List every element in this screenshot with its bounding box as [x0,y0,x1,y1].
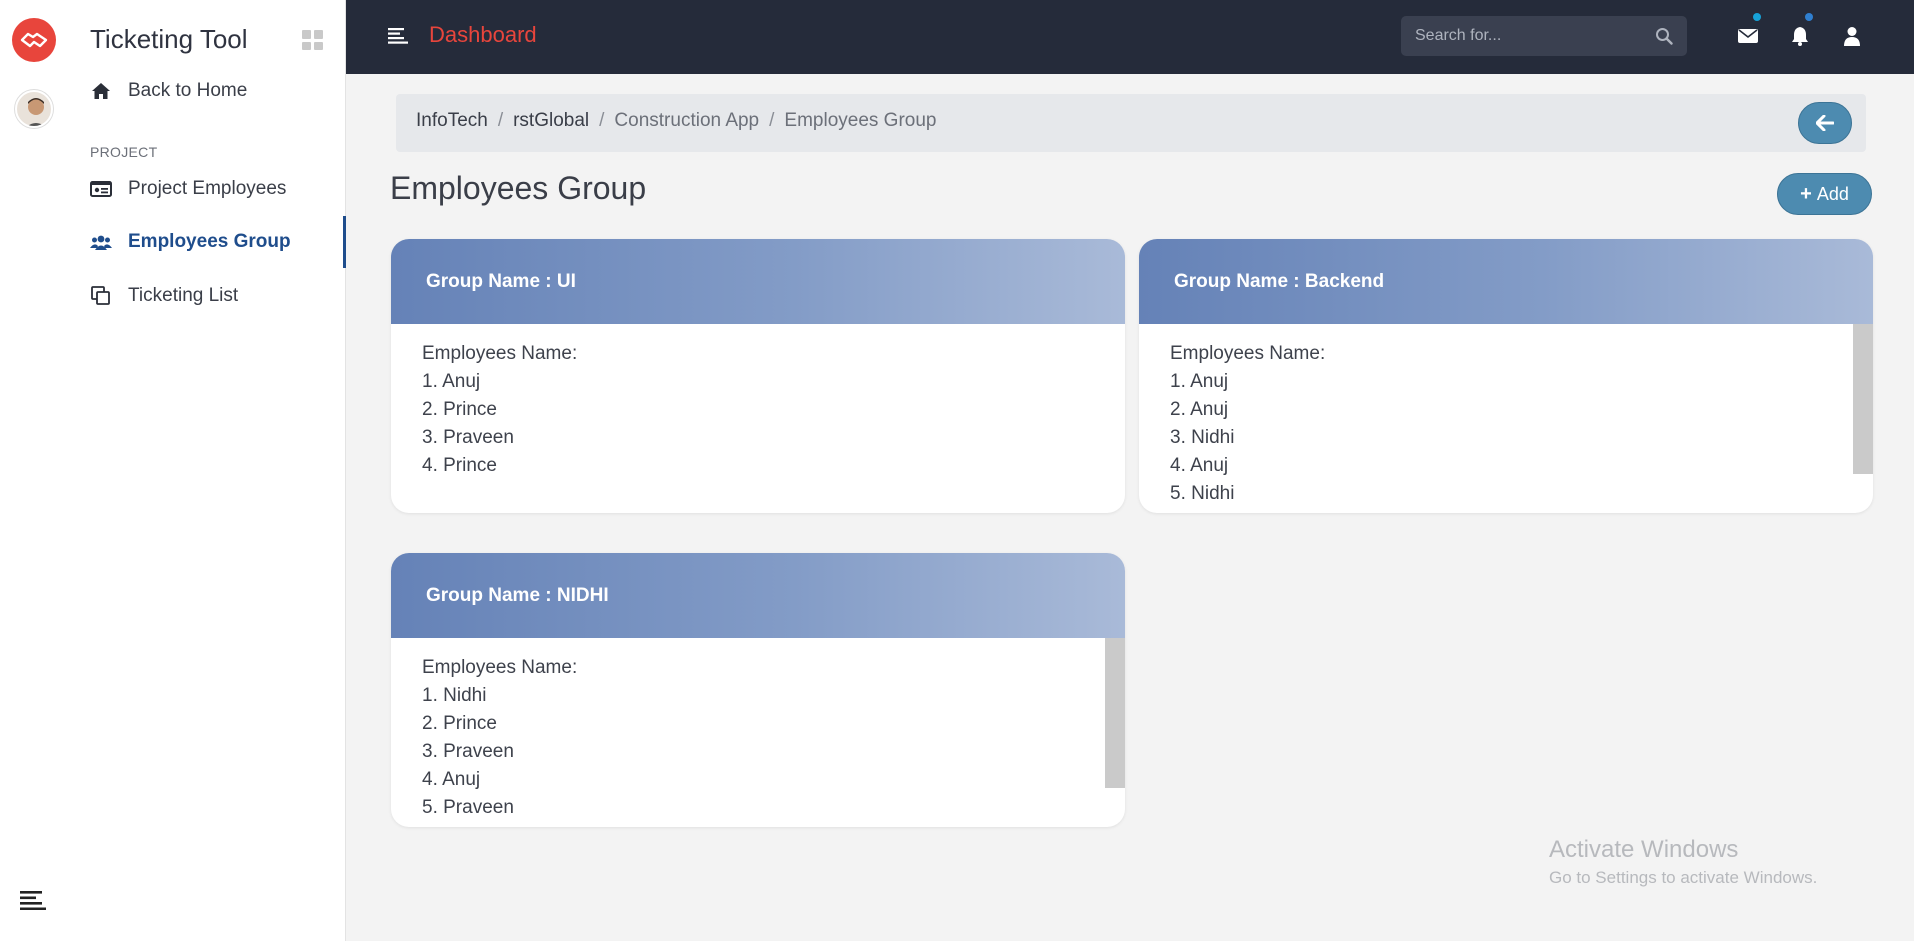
header-title[interactable]: Dashboard [429,22,537,48]
plus-icon: + [1800,182,1812,205]
user-icon[interactable] [1840,24,1864,48]
breadcrumb-item-current: Employees Group [784,110,937,131]
search-input[interactable] [1401,16,1641,56]
group-card-backend: Group Name : Backend Employees Name: 1. … [1139,239,1873,513]
breadcrumb-separator: / [497,110,504,131]
back-to-home-link[interactable]: Back to Home [90,76,247,106]
home-icon [90,80,112,102]
employee-item: 4. Anuj [1170,455,1229,476]
menu-toggle-icon[interactable] [388,27,408,45]
card-scrollbar[interactable] [1853,324,1873,474]
card-scrollbar[interactable] [1105,638,1125,788]
add-button-label: Add [1816,183,1849,204]
group-card-title: Group Name : Backend [1139,239,1873,324]
nav-section-label: PROJECT [90,144,158,160]
employee-item: 3. Praveen [422,741,514,762]
employee-item: 4. Anuj [422,769,481,790]
id-card-icon [90,178,112,200]
handshake-logo-icon[interactable] [12,18,56,62]
employee-item: 3. Praveen [422,427,514,448]
app-title: Ticketing Tool [90,24,248,54]
bell-icon[interactable] [1788,13,1813,48]
breadcrumb-separator: / [769,110,775,131]
active-indicator [343,216,346,268]
users-icon [90,231,112,253]
envelope-icon[interactable] [1736,13,1761,48]
employee-item: 4. Prince [422,455,497,476]
sidebar-item-ticketing-list[interactable]: Ticketing List [90,281,238,311]
employees-label: Employees Name: [1170,343,1326,364]
mail-notification-dot [1753,13,1761,21]
group-card-title: Group Name : UI [391,239,1125,324]
employee-item: 1. Nidhi [422,685,487,706]
group-card-body: Employees Name: 1. Anuj 2. Anuj 3. Nidhi… [1139,324,1873,513]
sidebar-item-label: Employees Group [128,231,291,252]
breadcrumb-item-infotech[interactable]: InfoTech [416,110,488,132]
employee-item: 1. Anuj [422,371,481,392]
employee-item: 1. Anuj [1170,371,1229,392]
search-icon[interactable] [1655,27,1673,45]
group-card-ui: Group Name : UI Employees Name: 1. Anuj … [391,239,1125,513]
sidebar-item-employees-group[interactable]: Employees Group [90,227,291,257]
page-title: Employees Group [390,170,647,206]
employee-item: 2. Prince [422,399,497,420]
watermark-line-1: Activate Windows [1549,836,1739,863]
employee-item: 5. Praveen [422,797,514,818]
employee-item: 2. Anuj [1170,399,1229,420]
arrow-left-icon [1816,115,1834,131]
breadcrumb-separator: / [599,110,605,131]
employee-item: 3. Nidhi [1170,427,1235,448]
back-button[interactable] [1798,102,1852,144]
breadcrumb: InfoTech / rstGlobal / Construction App … [396,94,1866,152]
breadcrumb-item-construction-app[interactable]: Construction App [614,110,759,132]
sidebar-item-label: Project Employees [128,178,287,199]
group-card-nidhi: Group Name : NIDHI Employees Name: 1. Ni… [391,553,1125,827]
group-card-body: Employees Name: 1. Anuj 2. Prince 3. Pra… [391,324,1125,513]
group-card-title: Group Name : NIDHI [391,553,1125,638]
sidebar-item-project-employees[interactable]: Project Employees [90,174,286,204]
employee-item: 2. Prince [422,713,497,734]
employees-label: Employees Name: [422,343,578,364]
search-box [1401,16,1687,56]
activation-watermark: Activate Windows Go to Settings to activ… [1549,836,1817,888]
left-rail [0,0,68,941]
top-navbar: Dashboard [346,0,1914,74]
add-button[interactable]: + Add [1777,173,1872,215]
copy-icon [90,285,112,307]
back-to-home-label: Back to Home [128,80,248,101]
avatar[interactable] [15,90,53,128]
sidebar: Ticketing Tool Back to Home PROJECT Proj… [68,0,346,941]
sidebar-item-label: Ticketing List [128,285,239,306]
watermark-line-2: Go to Settings to activate Windows. [1549,868,1818,887]
grid-icon[interactable] [302,30,324,50]
group-card-body: Employees Name: 1. Nidhi 2. Prince 3. Pr… [391,638,1125,827]
menu-lines-icon[interactable] [20,890,48,912]
breadcrumb-item-rstglobal[interactable]: rstGlobal [513,110,589,132]
employee-item: 5. Nidhi [1170,483,1235,504]
employees-label: Employees Name: [422,657,578,678]
bell-notification-dot [1805,13,1813,21]
